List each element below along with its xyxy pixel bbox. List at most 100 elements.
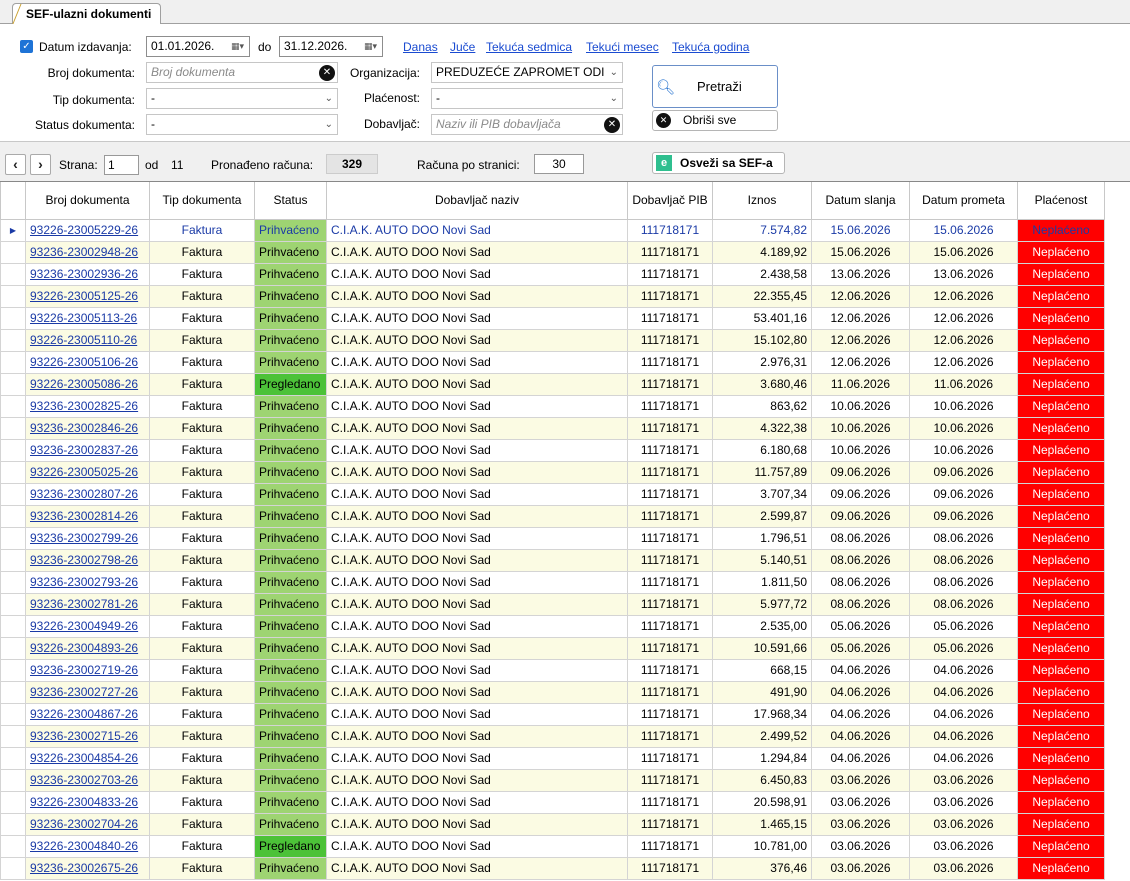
table-row[interactable]: 93236-23002825-26 Faktura Prihvaćeno C.I.A.… — [0, 394, 1105, 418]
document-number-link[interactable]: 93236-23002846-26 — [30, 421, 138, 435]
col-tip-dokumenta[interactable]: Tip dokumenta — [149, 182, 255, 220]
document-number-link[interactable]: 93236-23002704-26 — [30, 817, 138, 831]
cell-broj-dokumenta[interactable]: 93236-23002719-26 — [25, 658, 150, 682]
cell-broj-dokumenta[interactable]: 93236-23002798-26 — [25, 548, 150, 572]
document-number-link[interactable]: 93236-23002799-26 — [30, 531, 138, 545]
document-number-link[interactable]: 93226-23005113-26 — [30, 311, 137, 325]
document-number-link[interactable]: 93236-23002727-26 — [30, 685, 138, 699]
table-row[interactable]: 93236-23002675-26 Faktura Prihvaćeno C.I.A.… — [0, 856, 1105, 880]
cell-broj-dokumenta[interactable]: 93236-23002704-26 — [25, 812, 150, 836]
cell-broj-dokumenta[interactable]: 93236-23002825-26 — [25, 394, 150, 418]
document-number-link[interactable]: 93226-23005086-26 — [30, 377, 138, 391]
page-number-input[interactable]: 1 — [104, 155, 139, 175]
cell-broj-dokumenta[interactable]: 93226-23004893-26 — [25, 636, 150, 660]
per-page-input[interactable]: 30 — [534, 154, 584, 174]
cell-broj-dokumenta[interactable]: 93226-23005110-26 — [25, 328, 150, 352]
table-row[interactable]: 93226-23005113-26 Faktura Prihvaćeno C.I.A.… — [0, 306, 1105, 330]
cell-broj-dokumenta[interactable]: 93226-23005086-26 — [25, 372, 150, 396]
document-number-link[interactable]: 93226-23005025-26 — [30, 465, 138, 479]
cell-broj-dokumenta[interactable]: 93236-23002807-26 — [25, 482, 150, 506]
document-number-link[interactable]: 93236-23002793-26 — [30, 575, 138, 589]
document-number-link[interactable]: 93226-23005125-26 — [30, 289, 138, 303]
document-number-link[interactable]: 93236-23002675-26 — [30, 861, 138, 875]
document-number-link[interactable]: 93226-23004893-26 — [30, 641, 138, 655]
table-row[interactable]: 93226-23005110-26 Faktura Prihvaćeno C.I.A.… — [0, 328, 1105, 352]
document-number-link[interactable]: 93236-23002781-26 — [30, 597, 138, 611]
table-row[interactable]: 93236-23002846-26 Faktura Prihvaćeno C.I.A.… — [0, 416, 1105, 440]
table-row[interactable]: 93226-23004867-26 Faktura Prihvaćeno C.I.A.… — [0, 702, 1105, 726]
broj-dokumenta-input[interactable]: Broj dokumenta ✕ — [146, 62, 338, 83]
document-number-link[interactable]: 93236-23002837-26 — [30, 443, 138, 457]
cell-broj-dokumenta[interactable]: 93226-23005106-26 — [25, 350, 150, 374]
table-row[interactable]: 93236-23002837-26 Faktura Prihvaćeno C.I.A.… — [0, 438, 1105, 462]
table-row[interactable]: 93236-23002807-26 Faktura Prihvaćeno C.I.A.… — [0, 482, 1105, 506]
cell-broj-dokumenta[interactable]: 93226-23004854-26 — [25, 746, 150, 770]
table-row[interactable]: 93236-23002781-26 Faktura Prihvaćeno C.I.A.… — [0, 592, 1105, 616]
date-filter-checkbox[interactable]: ✓ — [20, 40, 33, 53]
status-dokumenta-select[interactable]: - ⌄ — [146, 114, 338, 135]
table-row[interactable]: 93226-23005025-26 Faktura Prihvaćeno C.I.A.… — [0, 460, 1105, 484]
col-dobavljac-pib[interactable]: Dobavljač PIB — [627, 182, 713, 220]
cell-broj-dokumenta[interactable]: 93236-23002703-26 — [25, 768, 150, 792]
document-number-link[interactable]: 93226-23005106-26 — [30, 355, 138, 369]
tab-sef-ulazni-dokumenti[interactable]: SEF-ulazni dokumenti — [12, 3, 162, 25]
col-iznos[interactable]: Iznos — [712, 182, 812, 220]
link-tekuca-sedmica[interactable]: Tekuća sedmica — [486, 38, 572, 56]
col-broj-dokumenta[interactable]: Broj dokumenta — [25, 182, 150, 220]
col-datum-slanja[interactable]: Datum slanja — [811, 182, 910, 220]
document-number-link[interactable]: 93226-23004949-26 — [30, 619, 138, 633]
cell-broj-dokumenta[interactable]: 93236-23002837-26 — [25, 438, 150, 462]
cell-broj-dokumenta[interactable]: 93236-23002781-26 — [25, 592, 150, 616]
organizacija-select[interactable]: PREDUZEĆE ZAPROMET ODI ⌄ — [431, 62, 623, 83]
clear-all-button[interactable]: ✕ Obriši sve — [652, 110, 778, 131]
document-number-link[interactable]: 93236-23002798-26 — [30, 553, 138, 567]
document-number-link[interactable]: 93236-23002807-26 — [30, 487, 138, 501]
date-to-input[interactable]: 31.12.2026. ▦▾ — [279, 36, 383, 57]
table-row[interactable]: 93226-23004833-26 Faktura Prihvaćeno C.I.A.… — [0, 790, 1105, 814]
table-row[interactable]: 93226-23004840-26 Faktura Pregledano C.I.A.… — [0, 834, 1105, 858]
document-number-link[interactable]: 93236-23002719-26 — [30, 663, 138, 677]
cell-broj-dokumenta[interactable]: 93236-23002793-26 — [25, 570, 150, 594]
document-number-link[interactable]: 93226-23004840-26 — [30, 839, 138, 853]
document-number-link[interactable]: 93236-23002825-26 — [30, 399, 138, 413]
col-status[interactable]: Status — [254, 182, 327, 220]
table-row[interactable]: 93226-23004854-26 Faktura Prihvaćeno C.I.A.… — [0, 746, 1105, 770]
table-row[interactable]: 93226-23005106-26 Faktura Prihvaćeno C.I.A.… — [0, 350, 1105, 374]
table-row[interactable]: 93236-23002719-26 Faktura Prihvaćeno C.I.A.… — [0, 658, 1105, 682]
cell-broj-dokumenta[interactable]: 93236-23002727-26 — [25, 680, 150, 704]
document-number-link[interactable]: 93226-23004867-26 — [30, 707, 138, 721]
date-from-input[interactable]: 01.01.2026. ▦▾ — [146, 36, 250, 57]
document-number-link[interactable]: 93226-23005229-26 — [30, 223, 138, 237]
table-row[interactable]: 93236-23002727-26 Faktura Prihvaćeno C.I.A.… — [0, 680, 1105, 704]
link-juce[interactable]: Juče — [450, 38, 475, 56]
table-row[interactable]: 93226-23005086-26 Faktura Pregledano C.I.A.… — [0, 372, 1105, 396]
col-datum-prometa[interactable]: Datum prometa — [909, 182, 1018, 220]
table-row[interactable]: 93236-23002948-26 Faktura Prihvaćeno C.I.A.… — [0, 240, 1105, 264]
calendar-dropdown-icon[interactable]: ▦▾ — [231, 39, 246, 53]
cell-broj-dokumenta[interactable]: 93236-23002799-26 — [25, 526, 150, 550]
document-number-link[interactable]: 93236-23002948-26 — [30, 245, 138, 259]
cell-broj-dokumenta[interactable]: 93226-23005113-26 — [25, 306, 150, 330]
next-page-button[interactable]: › — [30, 154, 51, 175]
document-number-link[interactable]: 93236-23002715-26 — [30, 729, 138, 743]
document-number-link[interactable]: 93226-23005110-26 — [30, 333, 137, 347]
cell-broj-dokumenta[interactable]: 93236-23002715-26 — [25, 724, 150, 748]
cell-broj-dokumenta[interactable]: 93236-23002814-26 — [25, 504, 150, 528]
col-dobavljac-naziv[interactable]: Dobavljač naziv — [326, 182, 628, 220]
document-number-link[interactable]: 93226-23004833-26 — [30, 795, 138, 809]
cell-broj-dokumenta[interactable]: 93226-23004833-26 — [25, 790, 150, 814]
link-danas[interactable]: Danas — [403, 38, 438, 56]
document-number-link[interactable]: 93236-23002703-26 — [30, 773, 138, 787]
table-row[interactable]: 93226-23004893-26 Faktura Prihvaćeno C.I.A.… — [0, 636, 1105, 660]
table-row[interactable]: ▶ 93226-23005229-26 Faktura Prihvaćeno C.I.A… — [0, 218, 1105, 242]
calendar-dropdown-icon[interactable]: ▦▾ — [364, 39, 379, 53]
link-tekuci-mesec[interactable]: Tekući mesec — [586, 38, 659, 56]
table-row[interactable]: 93236-23002715-26 Faktura Prihvaćeno C.I.A.… — [0, 724, 1105, 748]
cell-broj-dokumenta[interactable]: 93226-23004867-26 — [25, 702, 150, 726]
document-number-link[interactable]: 93236-23002936-26 — [30, 267, 138, 281]
clear-icon[interactable]: ✕ — [604, 117, 620, 133]
dobavljac-input[interactable]: Naziv ili PIB dobavljača ✕ — [431, 114, 623, 135]
document-number-link[interactable]: 93236-23002814-26 — [30, 509, 138, 523]
table-row[interactable]: 93236-23002793-26 Faktura Prihvaćeno C.I.A.… — [0, 570, 1105, 594]
cell-broj-dokumenta[interactable]: 93236-23002846-26 — [25, 416, 150, 440]
